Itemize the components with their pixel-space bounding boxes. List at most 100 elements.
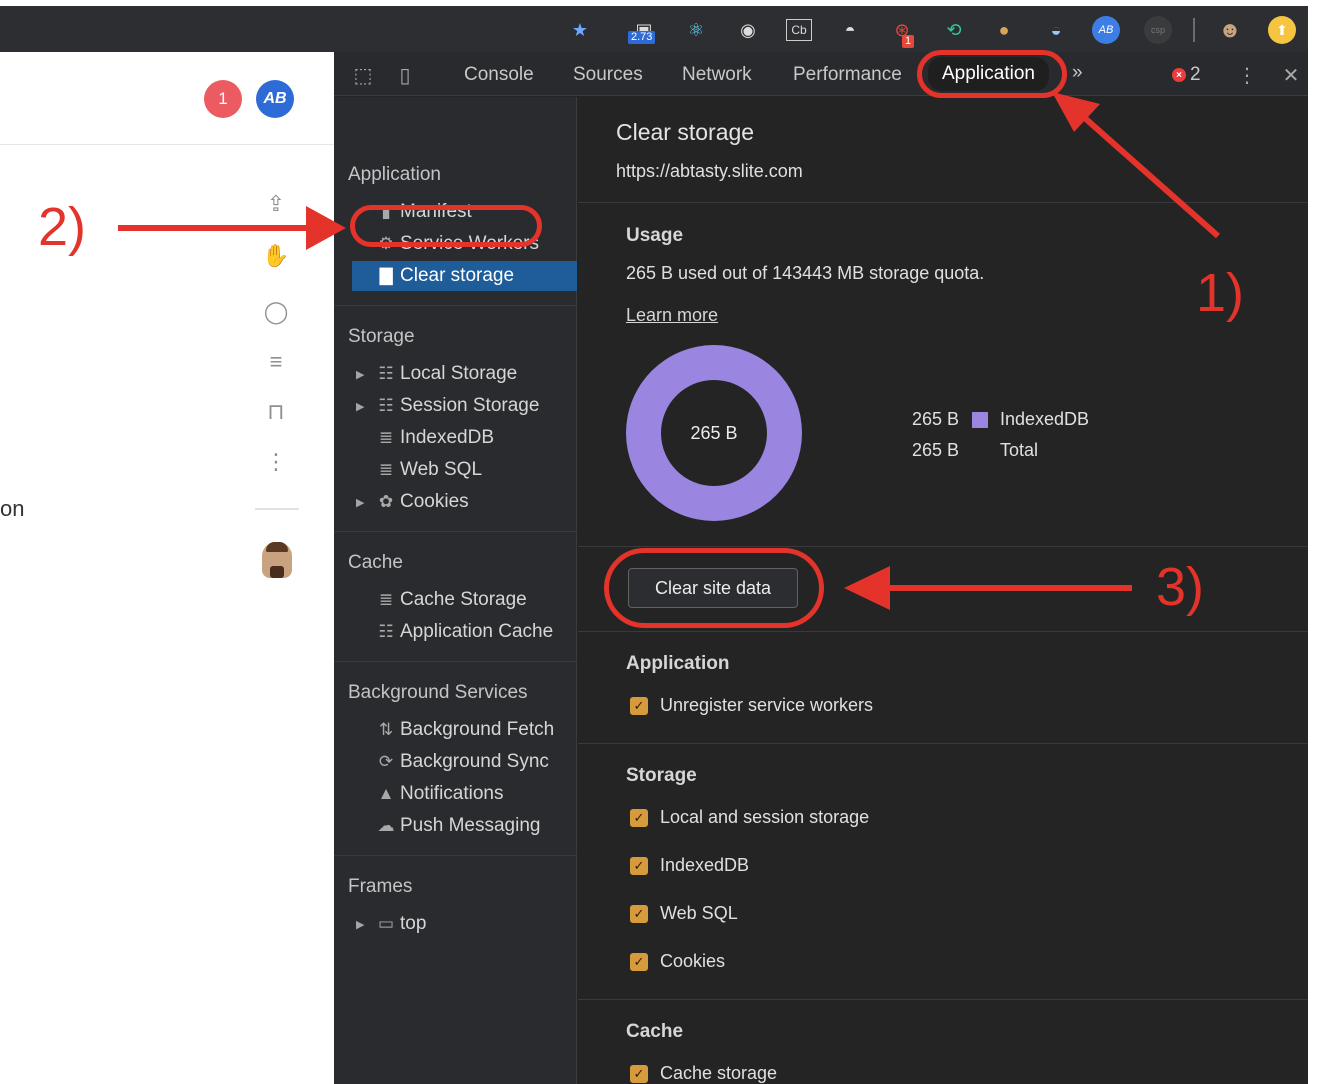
comment-icon[interactable]: ◯: [260, 296, 292, 328]
sidebar-section-application: Application: [348, 164, 441, 185]
fingerprint-extension-icon[interactable]: ⊛ 1: [888, 16, 916, 48]
error-count: 2: [1190, 64, 1201, 85]
sidebar-item-clear-storage[interactable]: ▇ Clear storage: [352, 261, 577, 291]
checkbox-local-session-storage[interactable]: ✓ Local and session storage: [630, 807, 869, 828]
sidebar-item-cookies[interactable]: ▶ ✿ Cookies: [356, 487, 469, 517]
redux-extension-icon[interactable]: ⟲: [940, 16, 968, 44]
sidebar-item-indexeddb[interactable]: ≣ IndexedDB: [356, 423, 494, 453]
sidebar-item-local-storage[interactable]: ▶ ☷ Local Storage: [356, 359, 517, 389]
section-divider: [578, 202, 1308, 203]
checkbox-checked-icon[interactable]: ✓: [630, 952, 648, 971]
sidebar-item-notifications[interactable]: ▲ Notifications: [356, 779, 504, 809]
tab-console[interactable]: Console: [464, 64, 534, 86]
cookie-icon: ✿: [378, 492, 394, 511]
tab-network[interactable]: Network: [682, 64, 752, 86]
expand-triangle-icon[interactable]: ▶: [356, 496, 372, 509]
device-toolbar-icon[interactable]: ▯: [392, 62, 418, 88]
legend-row-total: 265 B Total: [912, 440, 1038, 461]
annotation-label-1: 1): [1196, 263, 1245, 323]
checkbox-checked-icon[interactable]: ✓: [630, 904, 648, 923]
usage-heading: Usage: [626, 225, 684, 246]
storage-group-heading: Storage: [626, 765, 697, 786]
sidebar-item-label: Application Cache: [400, 621, 554, 642]
bookmark-star-icon[interactable]: ★: [566, 16, 594, 44]
cookie-extension-icon[interactable]: ●: [990, 16, 1018, 44]
csp-extension-icon[interactable]: csp: [1144, 16, 1172, 44]
expand-triangle-icon[interactable]: ▶: [356, 918, 372, 931]
update-arrow-icon[interactable]: ⬆: [1268, 16, 1296, 44]
extensions-bar: ★ ▣ 2.73 ⚛ ◉ Cb ◓ ⊛ 1 ⟲ ● ◒ AB csp ☻ ⬆: [0, 6, 1308, 52]
more-tabs-icon[interactable]: »: [1072, 62, 1083, 84]
notification-badge[interactable]: 1: [204, 80, 242, 118]
sidebar-item-service-workers[interactable]: ⚙ Service Workers: [356, 229, 539, 259]
sidebar-item-web-sql[interactable]: ≣ Web SQL: [356, 455, 482, 485]
share-icon[interactable]: ⇪: [260, 188, 292, 220]
bookmark-icon[interactable]: ⊓: [260, 396, 292, 428]
toolbar-separator: [1193, 18, 1195, 42]
react-devtools-icon[interactable]: ⚛: [682, 16, 710, 44]
speed-extension-badge: 2.73: [628, 31, 656, 44]
legend-label: IndexedDB: [1000, 409, 1090, 429]
database-icon: ≣: [378, 590, 394, 609]
clear-site-data-button[interactable]: Clear site data: [628, 568, 798, 608]
legend-value: 265 B: [912, 440, 960, 460]
grid-icon: ☷: [378, 364, 394, 383]
sidebar-item-label: Cache Storage: [400, 589, 527, 610]
sidebar-item-push-messaging[interactable]: ☁ Push Messaging: [356, 811, 541, 841]
legend-row-indexeddb: 265 B IndexedDB: [912, 409, 1089, 430]
sidebar-item-label: Cookies: [400, 491, 469, 512]
profile-avatar-icon[interactable]: ☻: [1216, 16, 1244, 44]
sidebar-item-label: Notifications: [400, 783, 504, 804]
checkbox-checked-icon[interactable]: ✓: [630, 696, 648, 715]
gear-icon: ⚙: [378, 234, 394, 253]
donut-center-label: 265 B: [661, 380, 767, 486]
outline-icon[interactable]: ≡: [260, 346, 292, 378]
abtasty-extension-icon[interactable]: AB: [1092, 16, 1120, 44]
kebab-menu-icon[interactable]: ⋮: [1234, 62, 1260, 88]
frame-icon: ▭: [377, 914, 395, 933]
speed-extension-icon[interactable]: ▣ 2.73: [628, 16, 658, 44]
sidebar-item-background-fetch[interactable]: ⇅ Background Fetch: [356, 715, 554, 745]
inspect-element-icon[interactable]: ⬚: [350, 62, 376, 88]
sidebar-item-session-storage[interactable]: ▶ ☷ Session Storage: [356, 391, 539, 421]
sidebar-item-cache-storage[interactable]: ≣ Cache Storage: [356, 585, 527, 615]
wave-hand-icon[interactable]: ✋: [260, 240, 292, 272]
checkbox-cookies[interactable]: ✓ Cookies: [630, 951, 725, 972]
sidebar-item-application-cache[interactable]: ☷ Application Cache: [356, 617, 553, 647]
checkbox-cache-storage[interactable]: ✓ Cache storage: [630, 1063, 777, 1084]
more-vertical-icon[interactable]: ⋮: [260, 446, 292, 478]
file-icon: ▮: [381, 202, 391, 221]
sidebar-item-label: Manifest: [400, 201, 472, 222]
expand-triangle-icon[interactable]: ▶: [356, 368, 372, 381]
error-counter[interactable]: × 2: [1172, 64, 1201, 86]
sidebar-section-frames: Frames: [348, 876, 413, 897]
section-divider: [578, 999, 1308, 1000]
expand-triangle-icon[interactable]: ▶: [356, 400, 372, 413]
tab-performance[interactable]: Performance: [793, 64, 902, 86]
checkbox-indexeddb[interactable]: ✓ IndexedDB: [630, 855, 749, 876]
checkbox-checked-icon[interactable]: ✓: [630, 1064, 648, 1083]
tab-sources[interactable]: Sources: [573, 64, 643, 86]
checkbox-checked-icon[interactable]: ✓: [630, 856, 648, 875]
drop-extension-icon[interactable]: ◉: [734, 16, 762, 44]
avatar[interactable]: AB: [256, 80, 294, 118]
learn-more-link[interactable]: Learn more: [626, 305, 718, 326]
checkbox-unregister-service-workers[interactable]: ✓ Unregister service workers: [630, 695, 873, 716]
sidebar-section-cache: Cache: [348, 552, 403, 573]
sidebar-divider: [334, 305, 577, 306]
cb-extension-icon[interactable]: Cb: [786, 19, 812, 41]
sidebar-item-background-sync[interactable]: ⟳ Background Sync: [356, 747, 549, 777]
browser-toolbar: ★ ▣ 2.73 ⚛ ◉ Cb ◓ ⊛ 1 ⟲ ● ◒ AB csp ☻ ⬆: [0, 0, 1318, 52]
application-group-heading: Application: [626, 653, 730, 674]
user-photo-avatar[interactable]: [262, 542, 292, 578]
cache-group-heading: Cache: [626, 1021, 684, 1042]
tab-application[interactable]: Application: [928, 57, 1049, 91]
spy-extension-icon[interactable]: ◓: [836, 16, 864, 44]
sidebar-item-top-frame[interactable]: ▶ ▭ top: [356, 909, 426, 939]
sidebar-item-manifest[interactable]: ▮ Manifest: [356, 197, 472, 227]
close-icon[interactable]: ✕: [1278, 62, 1304, 88]
wave-extension-icon[interactable]: ◒: [1042, 16, 1070, 44]
checkbox-web-sql[interactable]: ✓ Web SQL: [630, 903, 738, 924]
checkbox-label: Local and session storage: [660, 807, 870, 827]
checkbox-checked-icon[interactable]: ✓: [630, 808, 648, 827]
